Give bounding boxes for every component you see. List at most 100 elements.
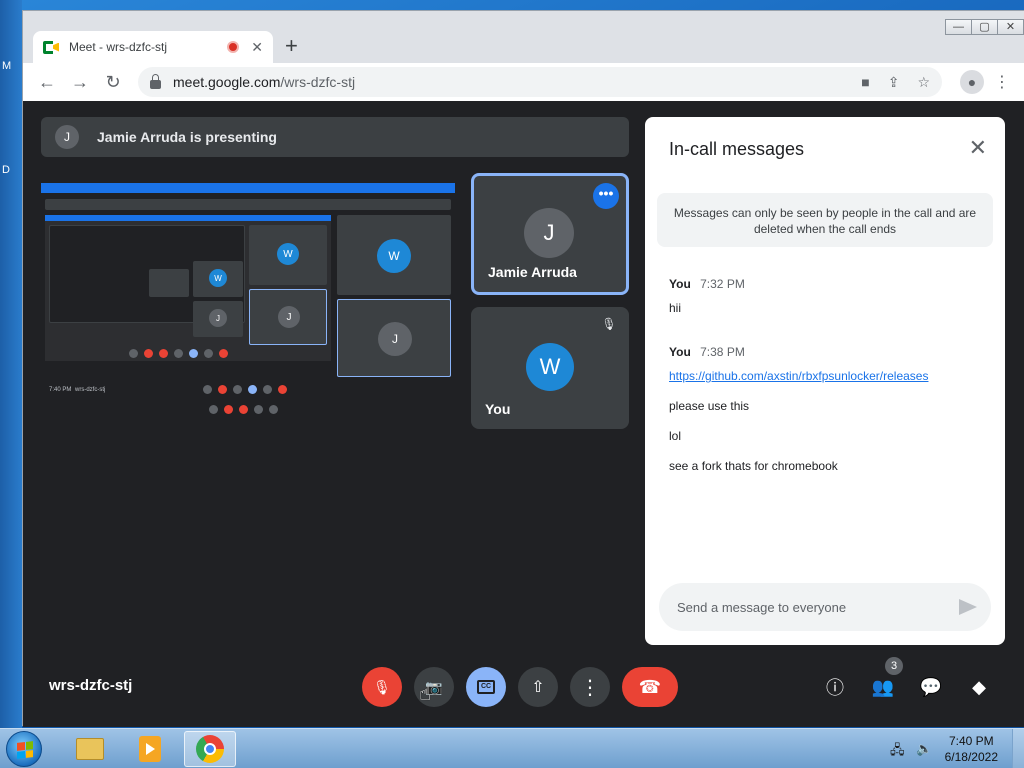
media-player-icon (139, 736, 161, 762)
activities-icon[interactable]: ◆ (965, 673, 993, 701)
nested-avatar-w: W (209, 269, 227, 287)
shared-avatar-j: J (378, 322, 412, 356)
camera-in-use-icon[interactable]: ■ (861, 74, 869, 90)
clock-date: 6/18/2022 (944, 750, 998, 764)
show-desktop-button[interactable] (1012, 729, 1024, 768)
nested-avatar-j: J (209, 309, 227, 327)
tab-strip: Meet - wrs-dzfc-stj ✕ + (23, 11, 1024, 67)
lock-icon[interactable] (150, 73, 161, 89)
message-sender: You (669, 345, 691, 359)
chat-input-box (659, 583, 991, 631)
nested-controls (129, 349, 228, 358)
message-link[interactable]: https://github.com/axstin/rbxfpsunlocker… (669, 369, 928, 383)
taskbar-file-explorer[interactable] (64, 731, 116, 767)
participant-tile-jamie[interactable]: J Jamie Arruda ••• (471, 173, 629, 295)
meeting-details-icon[interactable]: ⓘ (821, 673, 849, 701)
chat-icon[interactable]: 💬 (917, 673, 945, 701)
taskbar-clock[interactable]: 7:40 PM 6/18/2022 (945, 733, 998, 765)
folder-icon (76, 738, 104, 760)
browser-menu-icon[interactable]: ⋮ (994, 72, 1010, 92)
nested-tile (149, 269, 189, 297)
bookmark-star-icon[interactable]: ☆ (917, 74, 930, 91)
shared-screen-preview: W J W J W J 7:40 PM wrs-dzfc-stj (41, 183, 455, 417)
participant-avatar: W (526, 343, 574, 391)
shared-screen-nested-view: W J W J (45, 215, 331, 361)
share-icon[interactable]: ⇪ (888, 74, 900, 91)
desktop-partial-label: M (2, 60, 12, 72)
windows-taskbar: 🖧 🔈 7:40 PM 6/18/2022 (0, 728, 1024, 768)
leave-call-button[interactable]: ☎ (622, 667, 678, 707)
people-icon[interactable]: 👥 (869, 673, 897, 701)
chrome-icon (196, 735, 224, 763)
muted-mic-icon: 🎙 (601, 317, 617, 331)
taskbar-media-player[interactable] (124, 731, 176, 767)
message-group: You 7:38 PM https://github.com/axstin/rb… (669, 345, 928, 489)
tab-meet[interactable]: Meet - wrs-dzfc-stj ✕ (33, 31, 273, 63)
desktop-partial-label: D (2, 164, 10, 176)
nested-avatar-w: W (277, 243, 299, 265)
close-chat-icon[interactable]: ✕ (969, 135, 987, 161)
presenting-text: Jamie Arruda is presenting (97, 129, 277, 145)
message-text: please use this (669, 399, 750, 413)
taskbar-chrome[interactable] (184, 731, 236, 767)
microphone-toggle-button[interactable]: 🎙 (362, 667, 402, 707)
presenting-banner: J Jamie Arruda is presenting (41, 117, 629, 157)
shared-tile-w: W (337, 215, 451, 295)
omnibox-actions: ■ ⇪ ☆ (861, 74, 930, 91)
meet-control-bar: wrs-dzfc-stj 🎙 📷 CC ⇧ ⋮ ☎ ⓘ 👥 3 💬 ◆ (23, 649, 1024, 727)
message-text: lol (669, 429, 682, 443)
nested-tile: W (249, 225, 327, 285)
tab-close-icon[interactable]: ✕ (251, 39, 263, 56)
shared-screen-code: wrs-dzfc-stj (75, 387, 106, 393)
close-window-button[interactable]: ✕ (997, 19, 1024, 35)
shared-screen-controls (203, 385, 287, 394)
more-vert-icon: ⋮ (580, 676, 600, 699)
hand-cursor-icon: ☝ (419, 683, 432, 705)
new-tab-button[interactable]: + (285, 35, 298, 57)
more-options-icon[interactable]: ••• (593, 183, 619, 209)
nested-avatar-j: J (278, 306, 300, 328)
present-now-button[interactable]: ⇧ (518, 667, 558, 707)
desktop-left-strip (0, 0, 22, 728)
message-sender: You (669, 277, 691, 291)
maximize-button[interactable]: ▢ (971, 19, 998, 35)
browser-toolbar: ← → ↻ meet.google.com /wrs-dzfc-stj ■ ⇪ … (23, 63, 1024, 101)
send-icon[interactable] (959, 599, 977, 615)
profile-avatar-icon[interactable]: ● (960, 70, 984, 94)
minimize-button[interactable]: — (945, 19, 972, 35)
message-time: 7:32 PM (700, 277, 745, 291)
clock-time: 7:40 PM (948, 734, 994, 748)
window-controls: — ▢ ✕ (945, 19, 1024, 35)
start-button[interactable] (6, 731, 42, 767)
url-path: /wrs-dzfc-stj (280, 74, 356, 90)
message-group: You 7:32 PM hii (669, 277, 745, 331)
shared-screen-titlebar (41, 183, 455, 193)
message-text: hii (669, 301, 682, 315)
shared-screen-taskbar-icons (209, 405, 278, 414)
participant-avatar: J (524, 208, 574, 258)
forward-button[interactable]: → (66, 68, 94, 96)
shared-screen-banner (45, 199, 451, 210)
chat-message-input[interactable] (677, 599, 959, 615)
chat-title: In-call messages (669, 139, 805, 159)
shared-tile-j: J (337, 299, 451, 377)
address-bar[interactable]: meet.google.com /wrs-dzfc-stj ■ ⇪ ☆ (138, 67, 942, 97)
captions-toggle-button[interactable]: CC (466, 667, 506, 707)
reload-button[interactable]: ↻ (99, 68, 127, 96)
participant-tile-you[interactable]: W You 🎙 (471, 307, 629, 429)
recording-indicator-icon (227, 41, 240, 53)
browser-window: — ▢ ✕ Meet - wrs-dzfc-stj ✕ + ← → ↻ meet… (22, 10, 1024, 727)
message-time: 7:38 PM (700, 345, 745, 359)
participant-name: Jamie Arruda (488, 264, 577, 280)
nested-tile: J (193, 301, 243, 337)
presenter-avatar: J (55, 125, 79, 149)
volume-icon[interactable]: 🔈 (916, 741, 932, 757)
more-options-button[interactable]: ⋮ (570, 667, 610, 707)
message-text: see a fork thats for chromebook (669, 459, 838, 473)
tab-title: Meet - wrs-dzfc-stj (69, 40, 168, 54)
captions-icon: CC (477, 680, 495, 694)
network-icon[interactable]: 🖧 (890, 741, 905, 763)
windows-flag-icon (17, 741, 33, 759)
back-button[interactable]: ← (33, 68, 61, 96)
meet-stage: J Jamie Arruda is presenting W J W J W J… (23, 101, 1024, 727)
